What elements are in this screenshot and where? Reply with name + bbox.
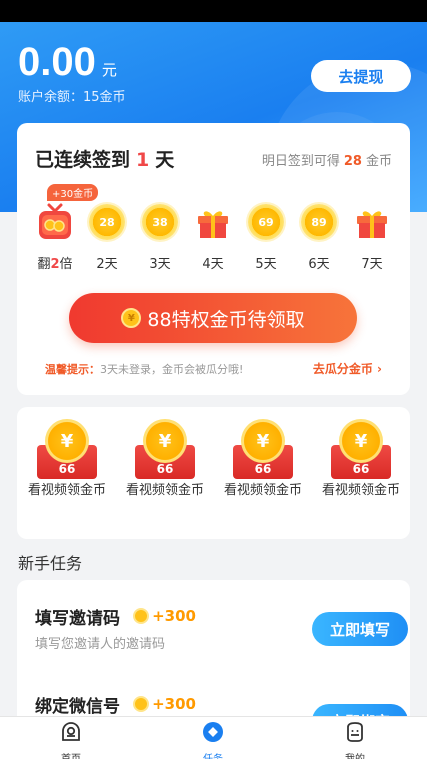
newbie-tasks-card: 填写邀请码 +300 填写您邀请人的邀请码 立即填写 绑定微信号 +300 立即… (17, 580, 410, 738)
checkin-title: 已连续签到 1 天 (35, 145, 174, 172)
video-reward-item[interactable]: 66 ¥ 看视频领金币 (321, 419, 401, 531)
checkin-day-4[interactable]: 4天 (193, 183, 233, 273)
day-label: 5天 (255, 257, 277, 272)
day-label: 6天 (308, 257, 330, 272)
coin-value: 38 (152, 215, 168, 229)
tomorrow-suffix: 金币 (365, 154, 392, 169)
checkin-card: 已连续签到 1 天 明日签到可得 28 金币 +30金币 翻2倍 28 2天 38 3天 (17, 123, 410, 395)
coin-icon (133, 608, 150, 624)
checkin-day-5[interactable]: 69 5天 (246, 183, 286, 273)
task-reward-amount: +300 (152, 607, 196, 625)
tomorrow-reward: 明日签到可得 28 金币 (262, 150, 392, 169)
day-label-em: 2 (50, 257, 60, 272)
video-rewards-card: 66 ¥ 看视频领金币 66 ¥ 看视频领金币 66 ¥ 看视频领金币 66 ¥… (17, 407, 410, 539)
day-label: 3天 (149, 257, 171, 272)
red-envelope-icon: 66 ¥ (331, 419, 391, 481)
checkin-title-prefix: 已连续签到 (35, 149, 131, 171)
coin-icon: 38 (140, 202, 180, 242)
yuan-coin-icon: ¥ (143, 419, 187, 463)
day-label: 4天 (202, 257, 224, 272)
coin-icon: 28 (87, 202, 127, 242)
checkin-title-suffix: 天 (155, 149, 175, 171)
task-icon (203, 722, 223, 742)
checkin-day-3[interactable]: 38 3天 (140, 183, 180, 273)
coin-value: 89 (311, 215, 327, 229)
video-reward-item[interactable]: 66 ¥ 看视频领金币 (223, 419, 303, 531)
tab-tasks[interactable]: 任务 (178, 721, 248, 759)
yuan-coin-icon: ¥ (339, 419, 383, 463)
checkin-day-6[interactable]: 89 6天 (299, 183, 339, 273)
red-envelope-icon: 66 ¥ (37, 419, 97, 481)
task-reward: +300 (133, 607, 196, 625)
tip-key: 温馨提示： (45, 363, 100, 376)
yuan-coin-icon: ¥ (121, 308, 142, 328)
tab-home[interactable]: 首页 (36, 721, 106, 759)
coin-icon: 89 (299, 202, 339, 242)
tomorrow-prefix: 明日签到可得 (261, 154, 340, 169)
day-label-pre: 翻 (37, 257, 51, 272)
profile-icon (347, 722, 363, 742)
video-reward-item[interactable]: 66 ¥ 看视频领金币 (27, 419, 107, 531)
gift-box-icon (198, 211, 228, 238)
newbie-tasks-title: 新手任务 (18, 554, 83, 573)
home-icon (62, 722, 80, 741)
tomorrow-coins: 28 (343, 154, 362, 169)
gift-box-icon (357, 211, 387, 238)
yuan-coin-icon: ¥ (241, 419, 285, 463)
coin-value: 69 (258, 215, 274, 229)
chevron-right-icon: › (377, 362, 382, 376)
red-envelope-icon: 66 ¥ (233, 419, 293, 481)
yuan-coin-icon: ¥ (45, 419, 89, 463)
tip-text: 3天未登录，金币会被瓜分哦! (100, 363, 244, 376)
video-reward-label: 看视频领金币 (125, 483, 204, 498)
envelope-amount: 66 (58, 462, 76, 476)
coin-icon (133, 696, 150, 712)
balance-display: 0.00 元 (18, 40, 117, 85)
red-envelope-icon: 66 ¥ (135, 419, 195, 481)
tab-label: 首页 (36, 750, 106, 759)
video-reward-label: 看视频领金币 (321, 483, 400, 498)
envelope-amount: 66 (352, 462, 370, 476)
checkin-day-1[interactable]: +30金币 翻2倍 (35, 183, 99, 273)
video-reward-item[interactable]: 66 ¥ 看视频领金币 (125, 419, 205, 531)
envelope-amount: 66 (254, 462, 272, 476)
envelope-amount: 66 (156, 462, 174, 476)
task-name: 填写邀请码 (35, 609, 120, 629)
bottom-tab-bar: 首页 任务 我的 (0, 716, 427, 759)
video-reward-label: 看视频领金币 (223, 483, 302, 498)
tv-gift-icon (39, 203, 71, 239)
claim-privilege-coins-button[interactable]: ¥ 88特权金币待领取 (69, 293, 357, 343)
day-label: 2天 (96, 257, 118, 272)
withdraw-button[interactable]: 去提现 (311, 60, 411, 92)
task-name: 绑定微信号 (35, 697, 120, 717)
fill-invite-code-button[interactable]: 立即填写 (312, 612, 408, 646)
status-bar (0, 0, 427, 22)
day-label-post: 倍 (59, 257, 73, 272)
balance-amount: 0.00 (18, 40, 96, 84)
checkin-day-2[interactable]: 28 2天 (87, 183, 127, 273)
balance-unit: 元 (101, 61, 117, 79)
coin-value: 28 (99, 215, 115, 229)
warm-tip: 温馨提示：3天未登录，金币会被瓜分哦! (45, 361, 243, 377)
checkin-day-7[interactable]: 7天 (352, 183, 392, 273)
coin-icon: 69 (246, 202, 286, 242)
tab-profile[interactable]: 我的 (320, 721, 390, 759)
tab-label: 我的 (320, 750, 390, 759)
day-label: 7天 (361, 257, 383, 272)
claim-button-label: 88特权金币待领取 (147, 308, 305, 331)
account-balance: 账户余额：15金币 (18, 90, 126, 105)
share-coins-link[interactable]: 去瓜分金币 › (313, 360, 382, 377)
streak-days: 1 (136, 149, 150, 171)
video-reward-label: 看视频领金币 (27, 483, 106, 498)
day-label: 翻2倍 (35, 253, 75, 272)
task-reward: +300 (133, 695, 196, 713)
tab-label: 任务 (178, 750, 248, 759)
checkin-days: +30金币 翻2倍 28 2天 38 3天 4天 69 5天 89 6天 7天 (17, 183, 410, 273)
task-reward-amount: +300 (152, 695, 196, 713)
tip-link-label: 去瓜分金币 (312, 362, 373, 376)
